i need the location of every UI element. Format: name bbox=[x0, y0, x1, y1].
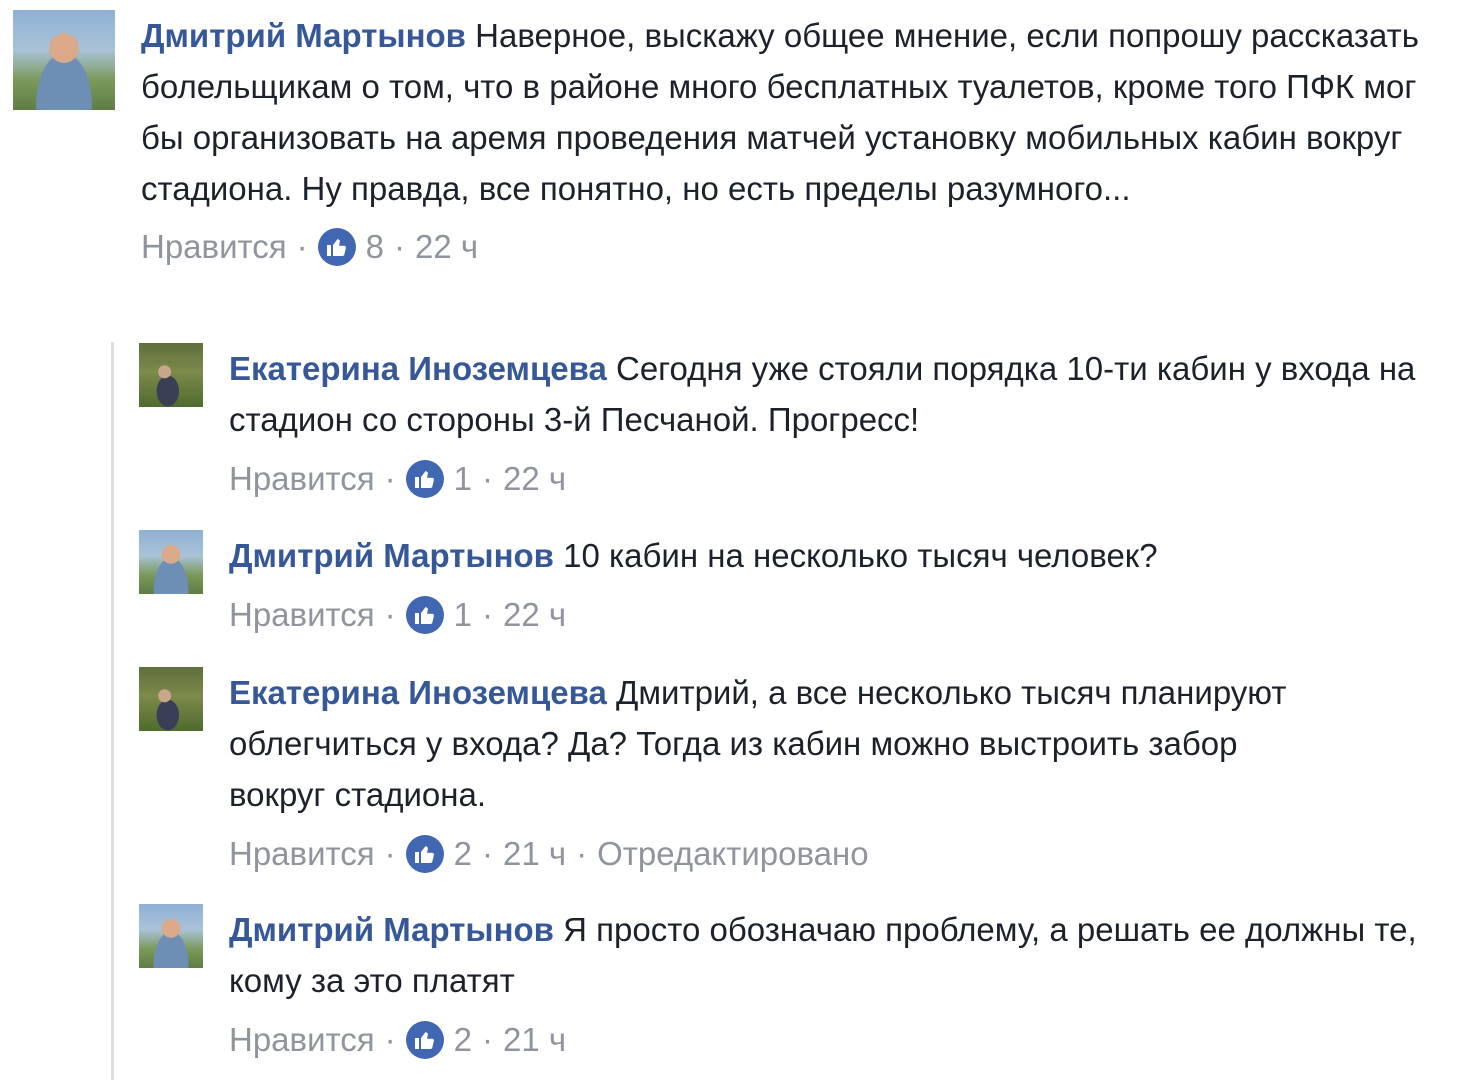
separator: · bbox=[296, 228, 308, 265]
avatar[interactable] bbox=[139, 904, 203, 968]
reply: Дмитрий Мартынов Я просто обозначаю проб… bbox=[139, 904, 1449, 1060]
separator: · bbox=[481, 1021, 493, 1058]
timestamp[interactable]: 22 ч bbox=[503, 459, 566, 499]
author-name[interactable]: Дмитрий Мартынов bbox=[229, 537, 554, 574]
timestamp[interactable]: 22 ч bbox=[415, 227, 478, 267]
avatar[interactable] bbox=[13, 10, 115, 110]
like-button[interactable]: Нравится bbox=[229, 1020, 375, 1060]
thumbs-up-icon[interactable] bbox=[405, 835, 444, 873]
timestamp[interactable]: 21 ч bbox=[503, 1020, 566, 1060]
reply: Дмитрий Мартынов 10 кабин на несколько т… bbox=[139, 530, 1449, 635]
thumbs-up-icon[interactable] bbox=[405, 460, 444, 498]
like-count[interactable]: 1 bbox=[454, 595, 472, 635]
like-count[interactable]: 2 bbox=[454, 1020, 472, 1060]
author-name[interactable]: Дмитрий Мартынов bbox=[229, 911, 554, 948]
like-button[interactable]: Нравится bbox=[141, 227, 287, 267]
author-name[interactable]: Екатерина Иноземцева bbox=[229, 350, 607, 387]
avatar[interactable] bbox=[139, 343, 203, 407]
avatar[interactable] bbox=[139, 667, 203, 731]
comment-actions: Нравится · 2 · 21 ч bbox=[229, 1020, 1429, 1060]
comment-actions: Нравится · 1 · 22 ч bbox=[229, 595, 1439, 635]
like-count[interactable]: 8 bbox=[366, 227, 384, 267]
comment-text: Дмитрий Мартынов Наверное, выскажу общее… bbox=[141, 10, 1453, 214]
comment-text: Дмитрий Мартынов Я просто обозначаю проб… bbox=[229, 904, 1429, 1006]
reply: Екатерина Иноземцева Сегодня уже стояли … bbox=[139, 343, 1449, 499]
comment-actions: Нравится · 2 · 21 ч · Отредактировано bbox=[229, 834, 1309, 874]
separator: · bbox=[384, 1021, 396, 1058]
comment-text: Екатерина Иноземцева Дмитрий, а все неск… bbox=[229, 667, 1309, 820]
like-button[interactable]: Нравится bbox=[229, 834, 375, 874]
separator: · bbox=[481, 835, 493, 872]
separator: · bbox=[384, 460, 396, 497]
thumbs-up-icon[interactable] bbox=[317, 228, 356, 266]
separator: · bbox=[481, 596, 493, 633]
separator: · bbox=[576, 835, 588, 872]
comment-actions: Нравится · 8 · 22 ч bbox=[141, 227, 1453, 267]
comment-body: 10 кабин на несколько тысяч человек? bbox=[563, 537, 1158, 574]
thumbs-up-icon[interactable] bbox=[405, 596, 444, 634]
comment-text: Дмитрий Мартынов 10 кабин на несколько т… bbox=[229, 530, 1439, 581]
timestamp[interactable]: 21 ч bbox=[503, 834, 566, 874]
separator: · bbox=[393, 228, 405, 265]
like-button[interactable]: Нравится bbox=[229, 595, 375, 635]
avatar[interactable] bbox=[139, 530, 203, 594]
comment-actions: Нравится · 1 · 22 ч bbox=[229, 459, 1439, 499]
like-count[interactable]: 2 bbox=[454, 834, 472, 874]
author-name[interactable]: Екатерина Иноземцева bbox=[229, 674, 607, 711]
comment-text: Екатерина Иноземцева Сегодня уже стояли … bbox=[229, 343, 1439, 445]
thumbs-up-icon[interactable] bbox=[405, 1021, 444, 1059]
author-name[interactable]: Дмитрий Мартынов bbox=[141, 17, 466, 54]
reply-thread-line bbox=[111, 342, 114, 1080]
separator: · bbox=[384, 835, 396, 872]
comment: Дмитрий Мартынов Наверное, выскажу общее… bbox=[13, 10, 1453, 267]
reply: Екатерина Иноземцева Дмитрий, а все неск… bbox=[139, 667, 1449, 874]
like-count[interactable]: 1 bbox=[454, 459, 472, 499]
separator: · bbox=[481, 460, 493, 497]
timestamp[interactable]: 22 ч bbox=[503, 595, 566, 635]
edited-label[interactable]: Отредактировано bbox=[597, 834, 869, 874]
separator: · bbox=[384, 596, 396, 633]
like-button[interactable]: Нравится bbox=[229, 459, 375, 499]
